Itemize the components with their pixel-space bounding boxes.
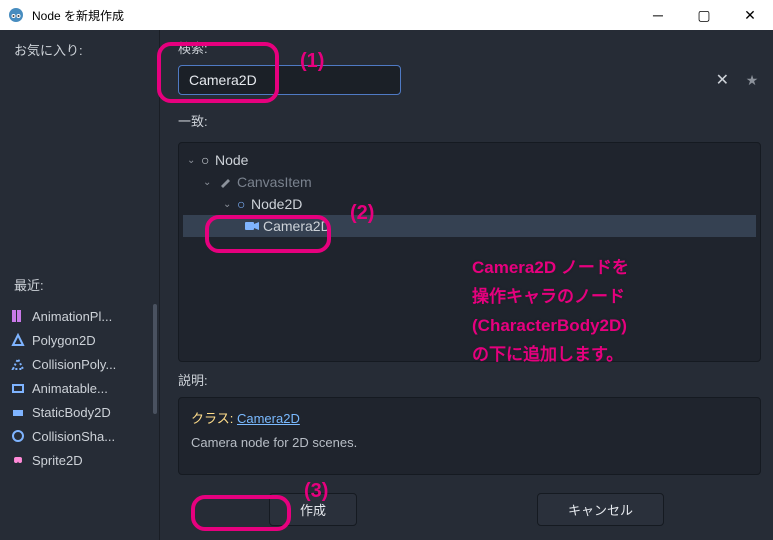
recent-item-label: StaticBody2D (32, 405, 111, 420)
node-tree: ⌄ ○ Node ⌄ CanvasItem ⌄ ○ Node2D (178, 142, 761, 362)
recent-list: AnimationPl... Polygon2D CollisionPoly... A… (0, 300, 159, 540)
favorite-star-icon[interactable]: ★ (743, 72, 761, 89)
main-panel: 検索: ✕ ★ 一致: ⌄ ○ Node ⌄ C (160, 30, 773, 540)
minimize-button[interactable]: ─ (635, 0, 681, 30)
close-button[interactable]: ✕ (727, 0, 773, 30)
camera-icon (243, 219, 261, 233)
favorites-label: お気に入り: (0, 30, 159, 65)
node-type-icon (10, 356, 26, 372)
maximize-button[interactable]: ▢ (681, 0, 727, 30)
tree-row-node[interactable]: ⌄ ○ Node (183, 149, 756, 171)
recent-item[interactable]: CollisionPoly... (0, 352, 159, 376)
cancel-button[interactable]: キャンセル (537, 493, 664, 526)
create-button[interactable]: 作成 (269, 493, 357, 526)
tree-row-camera2d[interactable]: Camera2D (183, 215, 756, 237)
recent-item[interactable]: CollisionSha... (0, 424, 159, 448)
recent-item-label: CollisionPoly... (32, 357, 116, 372)
tree-label: Node2D (251, 196, 302, 212)
recent-label: 最近: (0, 265, 159, 300)
search-label: 検索: (178, 38, 755, 57)
window-title: Node を新規作成 (32, 7, 635, 24)
node-type-icon (10, 452, 26, 468)
recent-item-label: Animatable... (32, 381, 108, 396)
class-link[interactable]: Camera2D (237, 411, 300, 426)
clear-search-icon[interactable]: ✕ (716, 70, 729, 90)
recent-item[interactable]: AnimationPl... (0, 304, 159, 328)
tree-label: CanvasItem (237, 174, 312, 190)
description-label: 説明: (178, 370, 755, 389)
chevron-down-icon[interactable]: ⌄ (187, 155, 201, 166)
recent-item-label: CollisionSha... (32, 429, 115, 444)
canvasitem-icon (217, 175, 235, 189)
godot-icon (8, 7, 24, 23)
tree-label: Node (215, 152, 248, 168)
description-text: Camera node for 2D scenes. (191, 435, 748, 450)
recent-item-label: Polygon2D (32, 333, 96, 348)
matches-label: 一致: (178, 111, 755, 130)
node2d-icon: ○ (237, 196, 251, 212)
recent-item[interactable]: Polygon2D (0, 328, 159, 352)
recent-item[interactable]: Animatable... (0, 376, 159, 400)
node-type-icon (10, 404, 26, 420)
favorites-area (0, 65, 159, 265)
recent-item-label: AnimationPl... (32, 309, 112, 324)
sidebar: お気に入り: 最近: AnimationPl... Polygon2D Collis… (0, 30, 160, 540)
node-type-icon (10, 332, 26, 348)
class-line: クラス: Camera2D (191, 408, 748, 427)
recent-item[interactable]: Sprite2D (0, 448, 159, 472)
chevron-down-icon[interactable]: ⌄ (223, 199, 237, 210)
search-input[interactable] (178, 65, 401, 95)
node-type-icon (10, 380, 26, 396)
description-panel: クラス: Camera2D Camera node for 2D scenes. (178, 397, 761, 475)
window-titlebar: Node を新規作成 ─ ▢ ✕ (0, 0, 773, 30)
tree-row-node2d[interactable]: ⌄ ○ Node2D (183, 193, 756, 215)
node-type-icon (10, 428, 26, 444)
tree-row-canvasitem[interactable]: ⌄ CanvasItem (183, 171, 756, 193)
node-type-icon (10, 308, 26, 324)
scrollbar-thumb[interactable] (153, 304, 157, 414)
recent-item-label: Sprite2D (32, 453, 83, 468)
node-icon: ○ (201, 152, 215, 168)
chevron-down-icon[interactable]: ⌄ (203, 177, 217, 188)
tree-label: Camera2D (263, 218, 331, 234)
recent-item[interactable]: StaticBody2D (0, 400, 159, 424)
